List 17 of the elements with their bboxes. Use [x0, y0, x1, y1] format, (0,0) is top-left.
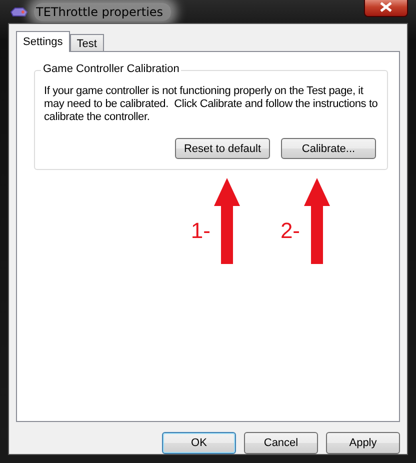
annotation-label: 2-	[280, 218, 300, 244]
dialog-button[interactable]: Apply	[326, 432, 400, 454]
action-button[interactable]: Reset to default	[175, 138, 270, 159]
annotation-label: 1-	[190, 218, 210, 244]
dialog-button[interactable]: Cancel	[244, 432, 318, 454]
tab[interactable]: Settings	[16, 31, 70, 52]
dialog-button[interactable]: OK	[162, 432, 236, 454]
arrow-icon	[214, 178, 240, 264]
action-button[interactable]: Calibrate...	[281, 138, 376, 159]
window-title: TEThrottle properties	[34, 2, 172, 20]
description-text: If your game controller is not functioning properly on the Test page, it may need to be calibrated. Click Calibrate and follow the instructions to calibrate the controller.	[44, 85, 379, 124]
group-title: Game Controller Calibration	[41, 63, 182, 75]
arrow-icon	[304, 178, 330, 264]
tab[interactable]: Test	[70, 34, 104, 52]
close-button[interactable]	[364, 0, 408, 16]
gamepad-icon	[10, 6, 28, 18]
close-icon	[380, 2, 392, 12]
